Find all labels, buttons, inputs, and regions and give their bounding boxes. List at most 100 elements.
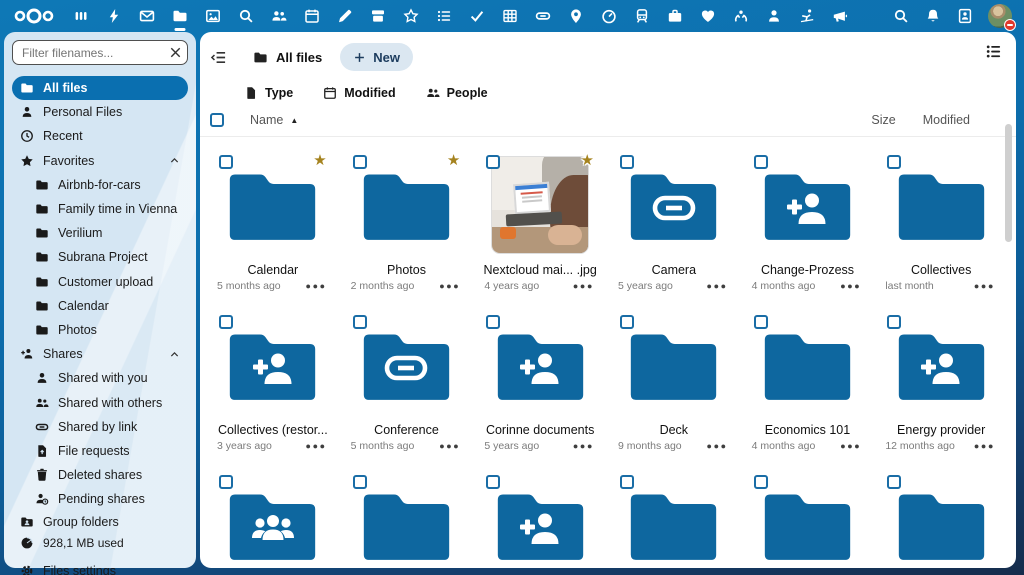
tasks-app-icon[interactable] [468,8,485,25]
deck-app-icon[interactable] [369,8,386,25]
sidebar-item-shares[interactable]: Shares [12,342,188,366]
file-checkbox[interactable] [754,475,768,489]
file-actions-button[interactable]: ●●● [840,281,861,291]
folder-tile[interactable] [340,470,474,568]
wellbeing-app-icon[interactable] [732,8,749,25]
sidebar-item-photos[interactable]: Photos [27,318,188,342]
file-checkbox[interactable] [219,315,233,329]
mail-app-icon[interactable] [138,8,155,25]
links-app-icon[interactable] [534,8,551,25]
chevron-up-icon[interactable] [169,155,180,166]
sidebar-item-shared-by-link[interactable]: Shared by link [27,415,188,439]
file-checkbox[interactable] [353,315,367,329]
monitoring-app-icon[interactable] [600,8,617,25]
maps-app-icon[interactable] [567,8,584,25]
sidebar-item-subrana-project[interactable]: Subrana Project [27,245,188,269]
folder-tile[interactable]: Conference5 months ago●●● [340,310,474,470]
file-actions-button[interactable]: ●●● [306,281,327,291]
sidebar-item-airbnb-for-cars[interactable]: Airbnb-for-cars [27,173,188,197]
avatar[interactable] [988,4,1012,28]
folder-tile[interactable]: Energy provider12 months ago●●● [874,310,1008,470]
view-toggle-button[interactable] [985,43,1002,60]
file-checkbox[interactable] [620,315,634,329]
file-checkbox[interactable] [219,155,233,169]
folder-tile[interactable]: Camera5 years ago●●● [607,150,741,310]
sidebar-item-deleted-shares[interactable]: Deleted shares [27,463,188,487]
sidebar-group-folders[interactable]: Group folders [12,511,188,533]
search-icon[interactable] [892,8,909,25]
scrollbar-thumb[interactable] [1005,124,1012,242]
tables-app-icon[interactable] [501,8,518,25]
filter-filenames-input[interactable] [12,40,188,65]
folder-tile[interactable]: Collectives (restor...3 years ago●●● [206,310,340,470]
column-modified[interactable]: Modified [923,113,970,127]
calendar-app-icon[interactable] [303,8,320,25]
folder-tile[interactable]: Corinne documents5 years ago●●● [473,310,607,470]
file-tile[interactable]: ★Nextcloud mai... .jpg4 years ago●●● [473,150,607,310]
folder-tile[interactable]: Economics 1014 months ago●●● [741,310,875,470]
new-button[interactable]: New [340,43,413,71]
sidebar-item-all-files[interactable]: All files [12,76,188,100]
notes-app-icon[interactable] [336,8,353,25]
column-size[interactable]: Size [871,113,895,127]
chevron-up-icon[interactable] [169,349,180,360]
health-app-icon[interactable] [699,8,716,25]
file-checkbox[interactable] [486,475,500,489]
folder-tile[interactable] [874,470,1008,568]
lists-app-icon[interactable] [435,8,452,25]
folder-tile[interactable]: Collectiveslast month●●● [874,150,1008,310]
travel-app-icon[interactable] [633,8,650,25]
file-checkbox[interactable] [887,155,901,169]
file-checkbox[interactable] [353,155,367,169]
profile-app-icon[interactable] [765,8,782,25]
nextcloud-logo-icon[interactable] [12,7,56,25]
file-actions-button[interactable]: ●●● [707,281,728,291]
work-app-icon[interactable] [666,8,683,25]
folder-tile[interactable]: Deck9 months ago●●● [607,310,741,470]
photos-app-icon[interactable] [204,8,221,25]
file-checkbox[interactable] [887,475,901,489]
folder-tile[interactable]: ★Calendar5 months ago●●● [206,150,340,310]
column-name[interactable]: Name [250,113,283,127]
filter-chip-people[interactable]: People [426,86,488,100]
search-app-app-icon[interactable] [237,8,254,25]
collectives-app-icon[interactable] [402,8,419,25]
file-actions-button[interactable]: ●●● [439,441,460,451]
sidebar-item-shared-with-you[interactable]: Shared with you [27,366,188,390]
sidebar-item-verilium[interactable]: Verilium [27,221,188,245]
sidebar-item-calendar[interactable]: Calendar [27,294,188,318]
app-menu-app-icon[interactable] [72,8,89,25]
file-actions-button[interactable]: ●●● [573,281,594,291]
file-actions-button[interactable]: ●●● [707,441,728,451]
contacts-app-icon[interactable] [270,8,287,25]
sidebar-item-personal-files[interactable]: Personal Files [12,100,188,124]
sidebar-item-favorites[interactable]: Favorites [12,149,188,173]
select-all-checkbox[interactable] [210,113,224,127]
folder-tile[interactable] [206,470,340,568]
filter-chip-type[interactable]: Type [244,86,293,100]
folder-tile[interactable]: ★Photos2 months ago●●● [340,150,474,310]
file-checkbox[interactable] [887,315,901,329]
file-actions-button[interactable]: ●●● [840,441,861,451]
sidebar-item-family-time-in-vienna[interactable]: Family time in Vienna [27,197,188,221]
sidebar-item-pending-shares[interactable]: Pending shares [27,487,188,511]
breadcrumb[interactable]: All files [253,50,322,65]
file-actions-button[interactable]: ●●● [974,281,995,291]
sidebar-files-settings[interactable]: Files settings [12,560,188,575]
file-actions-button[interactable]: ●●● [439,281,460,291]
file-checkbox[interactable] [486,155,500,169]
sidebar-item-customer-upload[interactable]: Customer upload [27,270,188,294]
folder-tile[interactable]: Change-Prozess4 months ago●●● [741,150,875,310]
sidebar-item-recent[interactable]: Recent [12,124,188,148]
file-actions-button[interactable]: ●●● [306,441,327,451]
notifications-bell-icon[interactable] [924,8,941,25]
folder-tile[interactable] [741,470,875,568]
sidebar-quota[interactable]: 928,1 MB used [12,533,188,553]
file-checkbox[interactable] [219,475,233,489]
announcements-app-icon[interactable] [831,8,848,25]
file-checkbox[interactable] [620,475,634,489]
sports-app-icon[interactable] [798,8,815,25]
file-checkbox[interactable] [754,315,768,329]
file-checkbox[interactable] [620,155,634,169]
file-actions-button[interactable]: ●●● [974,441,995,451]
